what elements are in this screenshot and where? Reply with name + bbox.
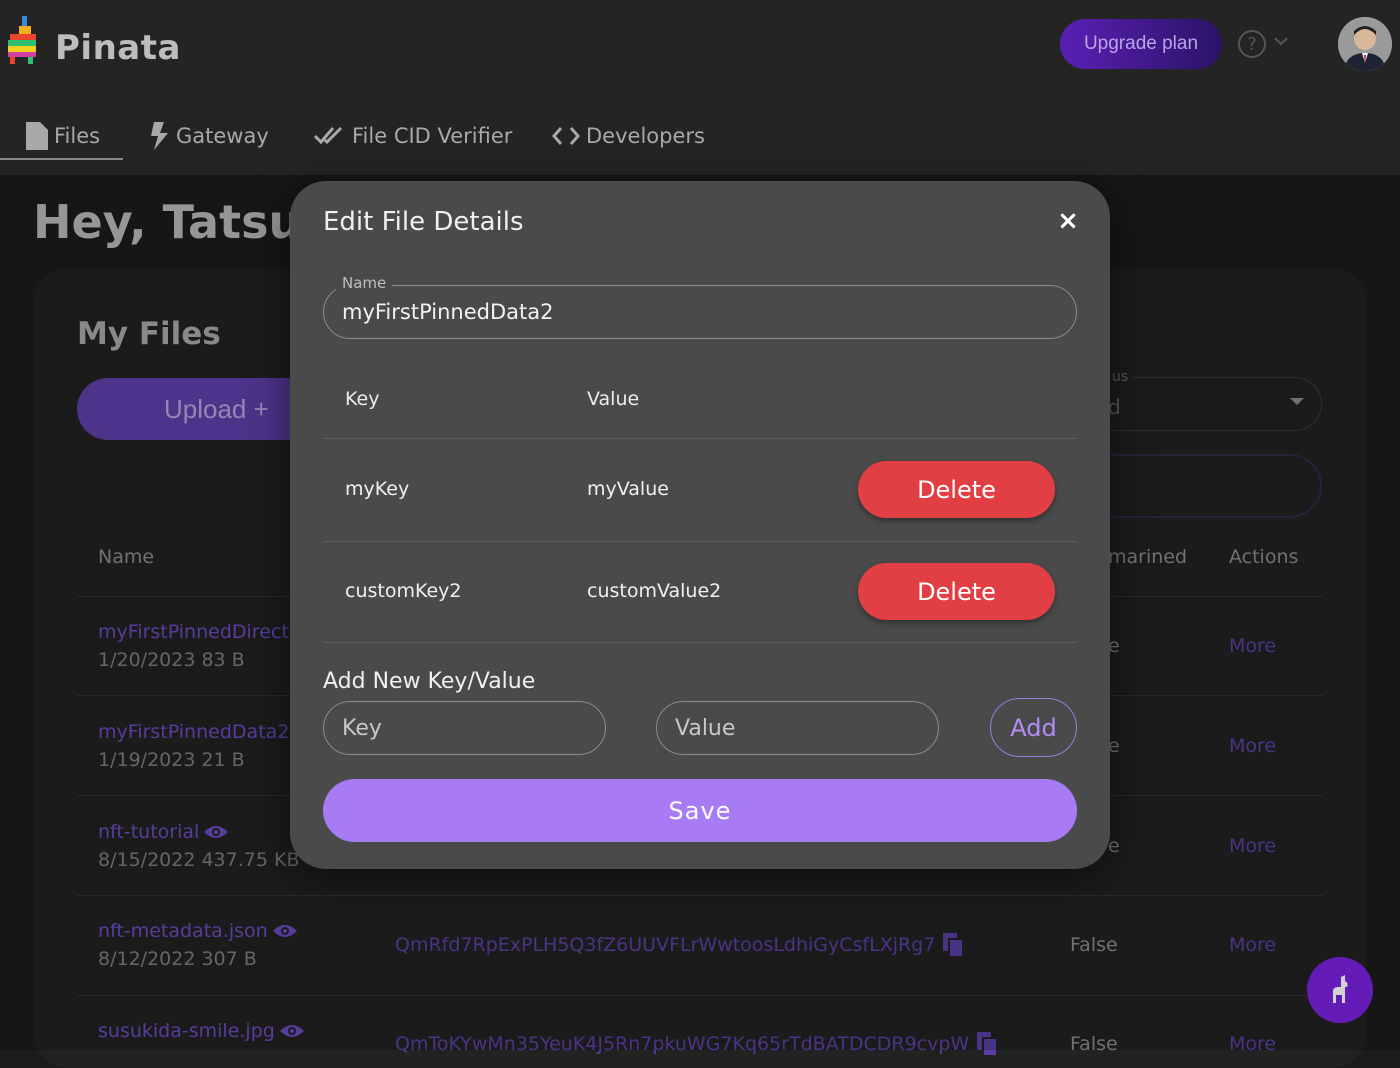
new-value-input[interactable] — [656, 701, 939, 755]
nav-label-files: Files — [54, 124, 101, 148]
add-key-value-title: Add New Key/Value — [323, 669, 536, 694]
kv-divider — [323, 541, 1077, 542]
nav-item-files[interactable]: Files — [26, 116, 100, 156]
code-icon — [552, 127, 580, 145]
close-icon[interactable]: × — [1056, 206, 1080, 236]
name-field[interactable] — [323, 285, 1077, 339]
avatar[interactable] — [1338, 17, 1392, 71]
kv-header-value: Value — [587, 388, 640, 410]
file-icon — [26, 122, 48, 150]
pinata-logo-icon[interactable] — [4, 16, 38, 64]
kv-key: customKey2 — [345, 580, 462, 602]
delete-button[interactable]: Delete — [858, 563, 1055, 620]
new-key-input[interactable] — [323, 701, 606, 755]
delete-button[interactable]: Delete — [858, 461, 1055, 518]
chevron-down-icon[interactable] — [1274, 34, 1288, 50]
help-icon[interactable]: ? — [1238, 30, 1266, 58]
upgrade-plan-button[interactable]: Upgrade plan — [1060, 19, 1222, 69]
save-button[interactable]: Save — [323, 779, 1077, 842]
add-button[interactable]: Add — [990, 698, 1077, 757]
nav-item-cid-verifier[interactable]: File CID Verifier — [314, 116, 512, 156]
nav-label-gateway: Gateway — [176, 124, 269, 148]
nav-label-cid-verifier: File CID Verifier — [352, 124, 513, 148]
brand-name: Pinata — [55, 28, 181, 68]
kv-key: myKey — [345, 478, 410, 500]
name-field-label: Name — [336, 274, 393, 292]
nav-item-developers[interactable]: Developers — [552, 116, 705, 156]
main-nav: Files Gateway File CID Verifier Develope… — [0, 88, 1400, 175]
bolt-icon — [151, 122, 168, 150]
top-header: Pinata Upgrade plan ? — [0, 0, 1400, 88]
nav-label-developers: Developers — [586, 124, 705, 148]
modal-title: Edit File Details — [323, 207, 524, 237]
active-tab-indicator — [0, 158, 123, 160]
nav-item-gateway[interactable]: Gateway — [150, 116, 269, 156]
kv-value: myValue — [587, 478, 669, 500]
kv-divider — [323, 642, 1077, 643]
kv-value: customValue2 — [587, 580, 722, 602]
kv-divider — [323, 438, 1077, 439]
kv-header-key: Key — [345, 388, 380, 410]
edit-file-details-modal: Edit File Details × Name Key Value myKey… — [290, 181, 1110, 869]
double-check-icon — [314, 126, 343, 145]
